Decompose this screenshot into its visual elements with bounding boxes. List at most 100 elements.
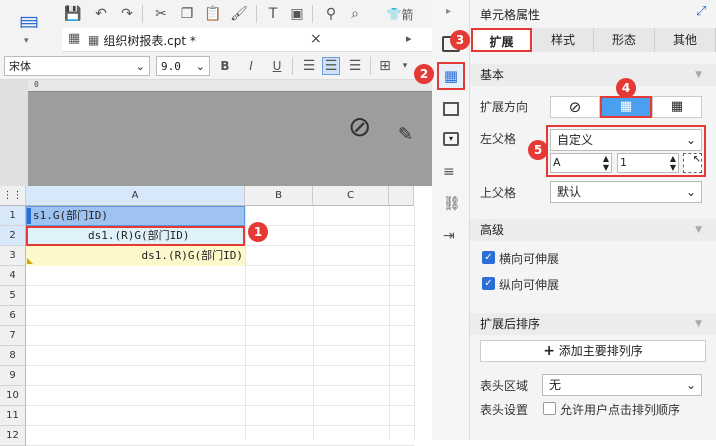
undo-icon[interactable]: ↶ <box>92 5 110 23</box>
cell-properties-panel: 单元格属性 ⤢ 扩展 样式 形态 其他 基本 ▼ 扩展方向 ⊘ ▦ ▦ 4 左父格… <box>470 0 716 440</box>
column-header-c[interactable]: C <box>313 186 389 206</box>
cell-picker-icon[interactable]: ↖ <box>683 153 702 173</box>
left-parent-select[interactable]: 自定义 ⌄ <box>550 129 702 151</box>
column-line <box>245 206 246 440</box>
section-advanced[interactable]: 高级 ▼ <box>470 219 716 241</box>
column-header-a[interactable]: A <box>26 186 245 206</box>
row-header[interactable]: 2 <box>0 226 26 246</box>
cell-a1[interactable]: s1.G(部门ID) <box>26 206 245 226</box>
chevron-down-icon: ▼ <box>695 319 702 329</box>
cell-a3-text: ds1.(R)G(部门ID) <box>141 249 243 262</box>
left-parent-row-input[interactable]: 1 ▲ ▼ <box>617 153 679 173</box>
vertical-expand-button[interactable]: ▦ <box>600 96 652 118</box>
save-icon[interactable]: 💾 <box>64 5 82 23</box>
pin-icon[interactable]: ⤢ <box>696 4 706 19</box>
underline-button[interactable]: U <box>268 57 286 75</box>
border-icon[interactable]: ⊞ <box>376 57 394 75</box>
toolbar-fill: ▾ <box>0 28 62 52</box>
copy-icon[interactable]: ❐ <box>178 5 196 23</box>
row-header[interactable]: 11 <box>0 406 26 426</box>
divider <box>370 57 371 75</box>
plugin-icon[interactable]: ⚲ <box>322 5 340 23</box>
vertical-expand-label: 纵向可伸展 <box>499 278 560 292</box>
text-box-icon[interactable]: T <box>264 5 282 23</box>
ruler-mark: 0 <box>34 80 39 89</box>
cell-a3[interactable]: ds1.(R)G(部门ID) <box>26 246 245 266</box>
preview-icon[interactable]: ▣ <box>288 5 306 23</box>
row-header[interactable]: 3 <box>0 246 26 266</box>
section-sort[interactable]: 扩展后排序 ▼ <box>470 313 716 335</box>
align-right-icon[interactable]: ☰ <box>346 57 364 75</box>
horizontal-expand-button[interactable]: ▦ <box>652 96 702 118</box>
grid-corner-icon[interactable]: ⋮⋮ <box>0 186 26 206</box>
shirt-menu-icon[interactable]: 👕 箭 <box>380 5 420 23</box>
align-center-icon[interactable]: ☰ <box>322 57 340 75</box>
left-parent-column-input[interactable]: A ▲ ▼ <box>550 153 612 173</box>
search-icon[interactable]: ⌕ <box>346 5 364 23</box>
widget-icon[interactable]: ▾ <box>443 132 459 146</box>
vertical-ruler <box>0 80 28 186</box>
tab-other[interactable]: 其他 <box>655 28 716 52</box>
tab-style[interactable]: 样式 <box>533 28 594 52</box>
table-row <box>26 306 414 326</box>
column-line <box>313 206 314 440</box>
cell-attributes-icon[interactable]: ▦ <box>437 62 465 90</box>
column-line <box>389 206 390 440</box>
font-family-value: 宋体 <box>9 60 31 73</box>
bold-button[interactable]: B <box>216 57 234 75</box>
step-badge-2: 2 <box>414 64 434 84</box>
tab-title: 组织树报表.cpt * <box>103 33 196 48</box>
property-sidebar: ▸ ▦ ▾ ≡ ⛓ ⇥ 2 3 <box>414 0 470 440</box>
tab-report[interactable]: ▦ 组织树报表.cpt * <box>88 28 328 52</box>
condition-icon[interactable]: ≡ <box>443 164 455 180</box>
header-area-select[interactable]: 无 ⌄ <box>542 374 702 396</box>
italic-button[interactable]: I <box>242 57 260 75</box>
row-header[interactable]: 1 <box>0 206 26 226</box>
row-header[interactable]: 8 <box>0 346 26 366</box>
section-basic[interactable]: 基本 ▼ <box>470 64 716 86</box>
pen-icon[interactable]: ✎ <box>398 124 413 145</box>
cell-a2-text: ds1.(R)G(部门ID) <box>88 229 190 242</box>
divider <box>142 5 143 23</box>
stepper-icon[interactable]: ▲ ▼ <box>670 154 676 172</box>
tab-menu-icon[interactable]: ▸ <box>406 32 412 45</box>
row-header[interactable]: 10 <box>0 386 26 406</box>
stepper-icon[interactable]: ▲ ▼ <box>603 154 609 172</box>
hidden-eye-icon[interactable]: ⊘ <box>348 110 371 143</box>
top-parent-label: 上父格 <box>480 186 517 200</box>
row-header[interactable]: 6 <box>0 306 26 326</box>
import-icon[interactable]: ⇥ <box>443 228 455 244</box>
table-row <box>26 386 414 406</box>
border-style-icon[interactable] <box>443 102 459 116</box>
row-header[interactable]: 7 <box>0 326 26 346</box>
paste-icon[interactable]: 📋 <box>204 5 222 23</box>
column-header-b[interactable]: B <box>245 186 313 206</box>
add-sort-button[interactable]: + 添加主要排列序 <box>480 340 706 362</box>
link-icon[interactable]: ⛓ <box>443 196 461 212</box>
redo-icon[interactable]: ↷ <box>118 5 136 23</box>
row-header[interactable]: 12 <box>0 426 26 446</box>
row-header[interactable]: 9 <box>0 366 26 386</box>
close-tab-icon[interactable]: × <box>310 31 322 47</box>
expand-direction-label: 扩展方向 <box>480 100 529 114</box>
font-family-select[interactable]: 宋体 ⌄ <box>4 56 150 76</box>
cell-a2[interactable]: ds1.(R)G(部门ID) <box>26 226 245 246</box>
no-expand-button[interactable]: ⊘ <box>550 96 600 118</box>
collapse-icon[interactable]: ▸ <box>446 6 451 17</box>
cut-icon[interactable]: ✂ <box>152 5 170 23</box>
font-size-select[interactable]: 9.0 ⌄ <box>156 56 210 76</box>
report-file-icon: ▦ <box>88 33 100 47</box>
horizontal-expand-checkbox[interactable]: ✓ <box>482 251 495 264</box>
allow-sort-checkbox[interactable] <box>543 402 556 415</box>
chevron-down-icon: ⌄ <box>685 378 696 392</box>
format-brush-icon[interactable]: 🖌 <box>230 5 248 23</box>
align-left-icon[interactable]: ☰ <box>300 57 318 75</box>
tab-expand[interactable]: 扩展 <box>471 28 532 52</box>
row-header[interactable]: 5 <box>0 286 26 306</box>
chevron-down-icon[interactable]: ▾ <box>24 36 29 46</box>
tab-form[interactable]: 形态 <box>594 28 655 52</box>
row-header[interactable]: 4 <box>0 266 26 286</box>
top-parent-select[interactable]: 默认 ⌄ <box>550 181 702 203</box>
vertical-expand-checkbox[interactable]: ✓ <box>482 277 495 290</box>
chevron-down-icon[interactable]: ▾ <box>396 57 414 75</box>
